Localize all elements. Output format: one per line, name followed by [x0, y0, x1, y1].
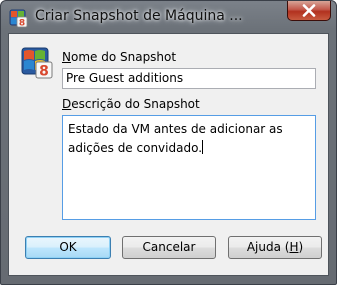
- snapshot-description-label: Descrição do Snapshot: [62, 97, 200, 111]
- close-button[interactable]: [287, 1, 331, 21]
- svg-text:8: 8: [19, 19, 25, 29]
- help-label-end: ): [298, 240, 304, 254]
- description-line: Estado da VM antes de adicionar as: [68, 122, 283, 136]
- dialog-window: 8 Criar Snapshot de Máquina ... 8 Nome d…: [0, 0, 337, 285]
- svg-text:8: 8: [39, 64, 49, 80]
- ok-button[interactable]: OK: [25, 236, 111, 259]
- text-caret: [202, 140, 204, 154]
- description-line: adições de convidado.: [68, 141, 203, 155]
- window-title: Criar Snapshot de Máquina ...: [35, 8, 243, 24]
- dialog-client-area: 8 Nome do Snapshot Pre Guest additions D…: [8, 33, 329, 276]
- help-button[interactable]: Ajuda (H): [228, 236, 322, 259]
- vm-os-icon: 8: [21, 47, 53, 80]
- title-bar[interactable]: 8 Criar Snapshot de Máquina ...: [1, 1, 336, 33]
- virtualbox-icon[interactable]: 8: [8, 8, 28, 29]
- snapshot-description-textarea[interactable]: Estado da VM antes de adicionar as adiçõ…: [62, 115, 316, 220]
- snapshot-name-label: Nome do Snapshot: [62, 50, 177, 64]
- cancel-button[interactable]: Cancelar: [122, 236, 216, 259]
- help-label: Ajuda (: [246, 240, 290, 254]
- snapshot-name-input[interactable]: Pre Guest additions: [62, 68, 316, 89]
